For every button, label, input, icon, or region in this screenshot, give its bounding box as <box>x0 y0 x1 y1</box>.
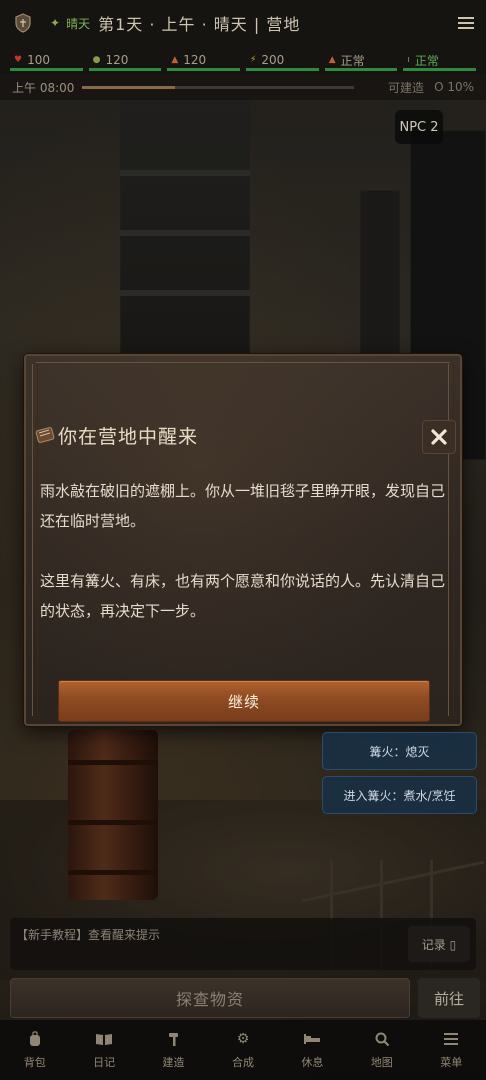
nav-label: 日记 <box>93 1056 116 1069</box>
nav-craft[interactable]: ⚙ 合成 <box>208 1020 277 1080</box>
nav-map[interactable]: 地图 <box>347 1020 416 1080</box>
scroll-icon <box>34 426 56 446</box>
hamburger-menu-icon[interactable] <box>458 17 474 29</box>
time-row: 上午 08:00 可建造 O 10% <box>0 74 486 100</box>
stat-value: 120 <box>105 53 129 67</box>
event-dialog: 你在营地中醒来 雨水敲在破旧的遮棚上。你从一堆旧毯子里睁开眼，发现自己还在临时营… <box>24 354 462 726</box>
search-map-icon <box>373 1030 391 1048</box>
nav-label: 地图 <box>370 1056 393 1069</box>
nav-journal[interactable]: 日记 <box>69 1020 138 1080</box>
day-progress-bar <box>82 85 355 89</box>
nav-label: 休息 <box>301 1056 324 1069</box>
stat-value: 100 <box>27 53 50 67</box>
food-icon: ● <box>92 55 101 65</box>
backpack-icon <box>26 1030 44 1048</box>
log-text[interactable]: 【新手教程】查看醒来提示 <box>16 926 160 943</box>
nav-build[interactable]: 建造 <box>139 1020 208 1080</box>
nav-label: 背包 <box>23 1056 46 1069</box>
status-icon: ▲ <box>328 55 336 65</box>
stat-energy: ⚡ 200 <box>246 46 319 74</box>
time-label: 上午 08:00 <box>12 80 75 95</box>
close-icon <box>431 429 447 445</box>
stat-mood: ı 正常 <box>403 46 477 74</box>
nav-label: 合成 <box>231 1056 254 1069</box>
hammer-icon <box>165 1030 183 1048</box>
stat-food: ● 120 <box>88 46 162 74</box>
npc-button[interactable]: NPC 2 <box>395 110 443 144</box>
gear-icon: ⚙ <box>236 1031 250 1047</box>
record-button[interactable]: 记录 ▯ <box>408 926 470 962</box>
log-panel: 【新手教程】查看醒来提示 记录 ▯ <box>10 918 476 970</box>
top-bar: ✦ 晴天 第1天 · 上午 · 晴天 | 营地 <box>0 0 486 46</box>
nav-label: 建造 <box>162 1056 185 1069</box>
stat-water: ▲ 120 <box>167 46 241 74</box>
day-title: 第1天 · 上午 · 晴天 | 营地 <box>98 15 301 34</box>
health-icon: ♥ <box>14 55 23 65</box>
close-button[interactable] <box>422 420 456 454</box>
nav-rest[interactable]: 休息 <box>278 1020 347 1080</box>
bottom-nav: 背包 日记 建造 ⚙ 合成 休息 地图 菜单 <box>0 1020 486 1080</box>
shield-icon[interactable] <box>12 12 34 34</box>
buildable-label: 可建造 <box>388 80 425 95</box>
water-icon: ▲ <box>171 55 179 65</box>
stat-health: ♥ 100 <box>10 46 83 74</box>
dialog-body: 雨水敲在破旧的遮棚上。你从一堆旧毯子里睁开眼，发现自己还在临时营地。 这里有篝火… <box>40 476 450 656</box>
energy-icon: ⚡ <box>250 55 257 65</box>
nav-backpack[interactable]: 背包 <box>0 1020 69 1080</box>
stat-value: 120 <box>183 53 207 67</box>
bed-icon <box>303 1030 321 1048</box>
npc-label: NPC 2 <box>399 119 439 135</box>
menu-icon <box>442 1030 460 1048</box>
dialog-title: 你在营地中醒来 <box>58 426 199 448</box>
buildable-value: O 10% <box>434 80 474 94</box>
dialog-paragraph: 这里有篝火、有床，也有两个愿意和你说话的人。先认清自己的状态，再决定下一步。 <box>40 572 446 620</box>
stats-row: ♥ 100 ● 120 ▲ 120 ⚡ 200 ▲ 正常 ı 正常 <box>0 46 486 74</box>
journal-icon <box>95 1030 113 1048</box>
dialog-paragraph: 雨水敲在破旧的遮棚上。你从一堆旧毯子里睁开眼，发现自己还在临时营地。 <box>40 482 446 530</box>
continue-button[interactable]: 继续 <box>58 680 430 722</box>
stat-value: 200 <box>261 53 285 67</box>
explore-button[interactable]: 探查物资 <box>10 978 410 1018</box>
weather-label: 晴天 <box>66 16 91 31</box>
enter-campfire-button[interactable]: 进入篝火：煮水/烹饪 <box>322 776 477 814</box>
stat-value: 正常 <box>414 53 439 68</box>
nav-label: 菜单 <box>440 1056 463 1069</box>
goto-button[interactable]: 前往 <box>418 978 480 1018</box>
stat-status: ▲ 正常 <box>324 46 398 74</box>
stat-value: 正常 <box>340 53 365 68</box>
campfire-status-button[interactable]: 篝火：熄灭 <box>322 732 477 770</box>
sun-icon: ✦ <box>50 16 61 30</box>
mood-icon: ı <box>407 55 410 65</box>
nav-menu[interactable]: 菜单 <box>417 1020 486 1080</box>
